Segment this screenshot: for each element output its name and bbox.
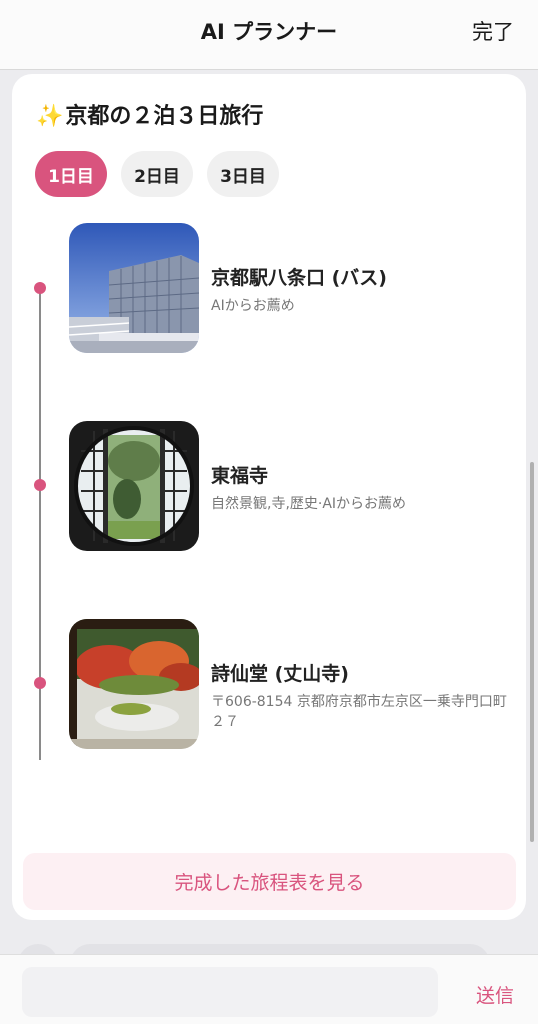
spot-subtitle: AIからお薦め bbox=[211, 298, 295, 314]
message-composer: 送信 bbox=[0, 954, 538, 1024]
spot-item-kyoto-station[interactable]: 京都駅八条口 (バス) AIからお薦め bbox=[69, 223, 519, 353]
send-button[interactable]: 送信 bbox=[476, 981, 514, 1008]
tab-day-1[interactable]: 1日目 bbox=[35, 151, 107, 197]
tab-day-3[interactable]: 3日目 bbox=[207, 151, 279, 197]
spot-thumbnail bbox=[69, 421, 199, 551]
sparkle-icon: ✨ bbox=[36, 104, 64, 129]
header-title: AI プランナー bbox=[200, 20, 338, 44]
plan-title: ✨京都の２泊３日旅行 bbox=[36, 98, 263, 130]
spot-item-tofukuji[interactable]: 東福寺 自然景観,寺,歴史·AIからお薦め bbox=[69, 421, 519, 551]
spot-thumbnail bbox=[69, 619, 199, 749]
spot-thumbnail bbox=[69, 223, 199, 353]
message-input[interactable] bbox=[22, 967, 438, 1017]
day-tabs: 1日目 2日目 3日目 bbox=[35, 151, 279, 197]
spot-name: 詩仙堂 (丈山寺) bbox=[211, 663, 349, 685]
tab-day-2[interactable]: 2日目 bbox=[121, 151, 193, 197]
itinerary-card: ✨京都の２泊３日旅行 1日目 2日目 3日目 京都駅八条口 (バス) AIからお… bbox=[12, 74, 526, 920]
scrollbar[interactable] bbox=[530, 462, 534, 842]
spot-name: 京都駅八条口 (バス) bbox=[211, 267, 387, 289]
timeline-dot bbox=[34, 479, 46, 491]
spot-name: 東福寺 bbox=[211, 465, 269, 487]
done-button[interactable]: 完了 bbox=[472, 16, 514, 46]
nav-header: AI プランナー 完了 bbox=[0, 0, 538, 70]
timeline-dot bbox=[34, 677, 46, 689]
spot-item-shisendo[interactable]: 詩仙堂 (丈山寺) 〒606-8154 京都府京都市左京区一乗寺門口町２７ bbox=[69, 619, 519, 749]
view-itinerary-button[interactable]: 完成した旅程表を見る bbox=[23, 853, 516, 910]
plan-title-text: 京都の２泊３日旅行 bbox=[65, 104, 264, 129]
spot-subtitle: 〒606-8154 京都府京都市左京区一乗寺門口町２７ bbox=[211, 694, 507, 730]
timeline-dot bbox=[34, 282, 46, 294]
spot-subtitle: 自然景観,寺,歴史·AIからお薦め bbox=[211, 496, 407, 512]
